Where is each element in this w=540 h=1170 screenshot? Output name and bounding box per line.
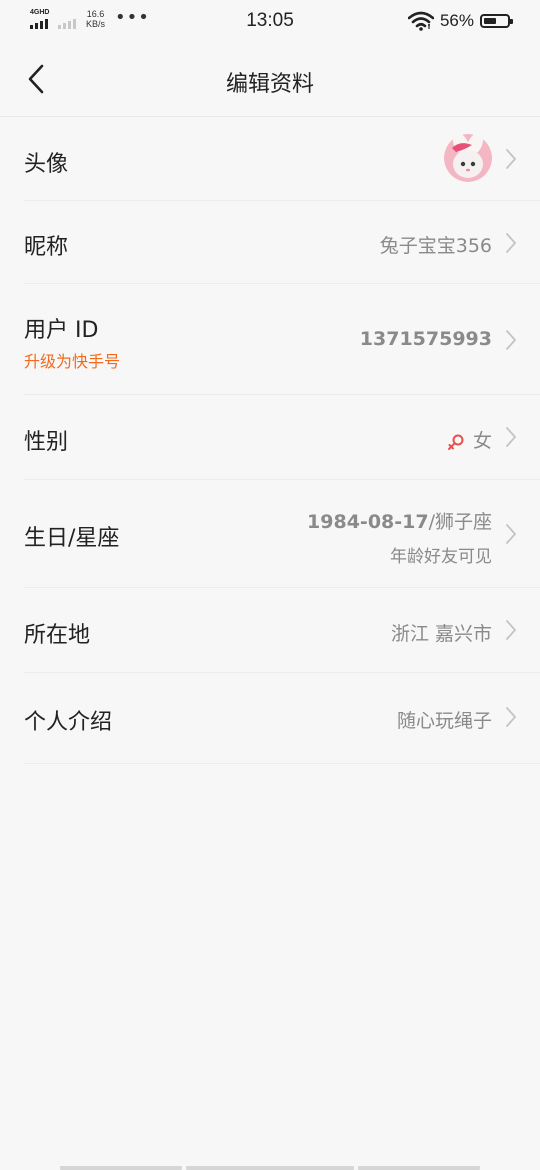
battery-level [484, 18, 496, 24]
gender-label: 性别 [24, 430, 69, 455]
nickname-row[interactable]: 昵称 兔子宝宝356 [24, 201, 540, 284]
birthday-date: 1984-08-17 [307, 511, 429, 533]
chevron-right-icon [506, 707, 516, 727]
gender-value: 女 [447, 426, 492, 453]
intro-value: 随心玩绳子 [396, 710, 492, 732]
avatar-row[interactable]: 头像 [24, 117, 540, 201]
age-visibility: 年龄好友可见 [390, 547, 492, 567]
nickname-value: 兔子宝宝356 [379, 235, 492, 257]
birthday-row[interactable]: 生日/星座 1984-08-17/狮子座 年龄好友可见 [24, 480, 540, 588]
location-row[interactable]: 所在地 浙江 嘉兴市 [24, 588, 540, 673]
intro-row[interactable]: 个人介绍 随心玩绳子 [24, 673, 540, 764]
avatar[interactable] [444, 134, 492, 182]
chevron-right-icon [506, 620, 516, 640]
bunny-avatar-image [444, 134, 492, 182]
female-icon [447, 434, 464, 450]
nickname-label: 昵称 [24, 235, 69, 260]
birthday-label: 生日/星座 [24, 526, 120, 551]
nav-bar: 编辑资料 [0, 44, 540, 117]
user-id-row[interactable]: 用户 ID 升级为快手号 1371575993 [24, 284, 540, 395]
user-id-label: 用户 ID [24, 318, 99, 343]
intro-label: 个人介绍 [24, 710, 113, 735]
location-value: 浙江 嘉兴市 [390, 623, 492, 645]
wifi-icon [407, 11, 434, 31]
bottom-edge-divider [60, 1166, 480, 1170]
profile-field-list: 头像 昵称 兔子宝宝356 用户 ID 升级为快手号 1371575993 性别… [24, 117, 540, 764]
chevron-right-icon [506, 524, 516, 544]
upgrade-kuaishou-id-link[interactable]: 升级为快手号 [24, 348, 120, 372]
location-label: 所在地 [24, 623, 91, 648]
avatar-label: 头像 [24, 152, 69, 177]
zodiac-sign: /狮子座 [428, 511, 492, 533]
page-title: 编辑资料 [225, 72, 314, 97]
gender-text: 女 [472, 430, 492, 452]
gender-row[interactable]: 性别 女 [24, 395, 540, 480]
chevron-right-icon [506, 233, 516, 253]
chevron-right-icon [506, 427, 516, 447]
user-id-value: 1371575993 [359, 328, 492, 350]
chevron-right-icon [506, 330, 516, 350]
battery-percent: 56% [439, 11, 474, 30]
chevron-right-icon [506, 149, 516, 169]
birthday-value: 1984-08-17/狮子座 年龄好友可见 [307, 507, 492, 567]
battery-icon [480, 14, 513, 28]
status-right: 56% [407, 11, 513, 31]
status-bar: 4GHD 16.6 KB/s ••• 13:05 56% [0, 0, 540, 44]
